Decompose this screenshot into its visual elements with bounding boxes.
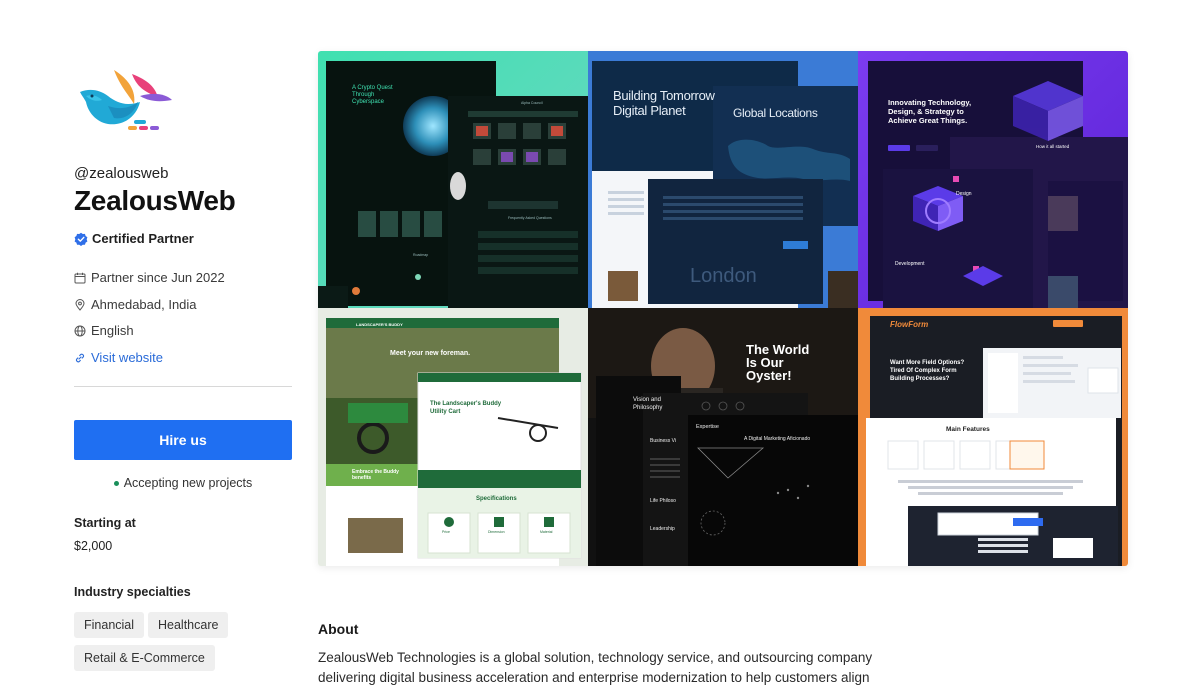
link-icon	[75, 353, 85, 362]
portfolio-tile-crypto[interactable]: A Crypto Quest Through Cyberspace Alpha …	[318, 51, 588, 308]
portfolio-tile-consultant[interactable]: The World Is Our Oyster! Vision and Phil…	[588, 308, 858, 566]
tech-preview-image	[858, 51, 1128, 308]
profile-handle: @zealousweb	[74, 165, 169, 182]
consultant-preview-image	[588, 308, 858, 566]
company-name: ZealousWeb	[74, 185, 236, 216]
about-description: ZealousWeb Technologies is a global solu…	[318, 650, 873, 685]
availability-text: Accepting new projects	[123, 476, 253, 490]
globe-icon	[74, 325, 86, 336]
portfolio-tile-flowform[interactable]: FlowForm Want More Field Options? Tired …	[858, 308, 1128, 566]
language-text: English	[91, 323, 134, 338]
language: English	[74, 323, 134, 338]
visit-website-link[interactable]: Visit website	[74, 350, 163, 365]
calendar-icon	[74, 272, 86, 283]
crypto-preview-image	[318, 51, 588, 308]
industry-tag-healthcare: Healthcare	[148, 612, 229, 638]
starting-at-label: Starting at	[74, 516, 136, 530]
industry-tag-financial: Financial	[74, 612, 145, 638]
landscaper-preview-image	[318, 308, 588, 566]
availability-status: Accepting new projects	[74, 476, 292, 490]
verified-badge-icon	[74, 232, 88, 246]
certified-label: Certified Partner	[92, 231, 194, 246]
location-text: Ahmedabad, India	[91, 297, 197, 312]
visit-website-label[interactable]: Visit website	[91, 350, 163, 365]
sidebar-divider	[74, 386, 292, 387]
portfolio-tile-landscaper[interactable]: LANDSCAPER'S BUDDY Meet your new foreman…	[318, 308, 588, 566]
zealousweb-logo	[80, 70, 172, 130]
location: Ahmedabad, India	[74, 297, 197, 312]
starting-at-value: $2,000	[74, 539, 113, 553]
certified-badge: Certified Partner	[74, 231, 194, 246]
partner-since-text: Partner since Jun 2022	[91, 270, 225, 285]
industry-specialties-label: Industry specialties	[74, 585, 191, 599]
flowform-preview-image	[858, 308, 1128, 566]
location-pin-icon	[75, 298, 85, 311]
global-preview-image	[588, 51, 858, 308]
portfolio-tile-tech[interactable]: Innovating Technology, Design, & Strateg…	[858, 51, 1128, 308]
about-heading: About	[318, 621, 359, 637]
partner-since: Partner since Jun 2022	[74, 270, 225, 285]
status-dot-icon	[113, 481, 119, 487]
portfolio-gallery: A Crypto Quest Through Cyberspace Alpha …	[318, 51, 1128, 566]
portfolio-tile-global[interactable]: Building Tomorrow Digital Planet Global …	[588, 51, 858, 308]
industry-tag-retail: Retail & E-Commerce	[74, 645, 215, 671]
hire-us-button[interactable]: Hire us	[74, 420, 292, 460]
